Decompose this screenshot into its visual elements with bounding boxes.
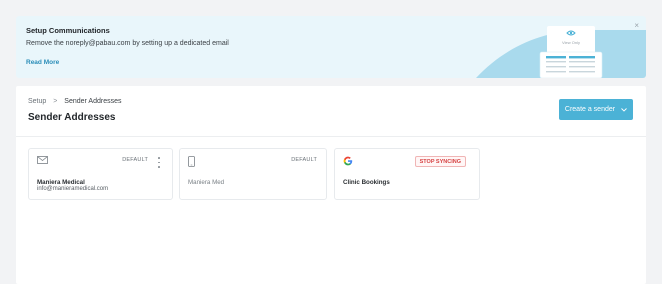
breadcrumb-setup[interactable]: Setup (28, 98, 46, 105)
banner-illustration: View Only (476, 26, 646, 78)
sender-card[interactable]: DEFAULT Maniera Medical info@manieramedi… (28, 148, 173, 200)
sender-card[interactable]: DEFAULT Maniera Med (179, 148, 327, 200)
read-more-link[interactable]: Read More (26, 59, 59, 66)
sender-name: Clinic Bookings (343, 179, 390, 186)
mail-icon (37, 156, 48, 164)
phone-icon (188, 156, 195, 167)
banner-description: Remove the noreply@pabau.com by setting … (26, 40, 229, 47)
google-icon (343, 156, 353, 166)
banner-title: Setup Communications (26, 26, 110, 35)
sender-email: info@manieramedical.com (37, 186, 109, 192)
sender-name: Maniera Med (188, 179, 225, 186)
create-sender-button[interactable]: Create a sender (559, 99, 633, 120)
default-badge: DEFAULT (122, 157, 148, 163)
view-only-label: View Only (562, 40, 580, 45)
view-only-document-illustration: View Only (539, 26, 603, 78)
default-badge: DEFAULT (291, 157, 317, 163)
create-sender-label: Create a sender (564, 106, 616, 113)
breadcrumb: Setup > Sender Addresses (28, 98, 122, 105)
sender-addresses-panel: Setup > Sender Addresses Sender Addresse… (16, 86, 646, 284)
sender-card[interactable]: STOP SYNCING Clinic Bookings (334, 148, 480, 200)
breadcrumb-current: Sender Addresses (64, 98, 122, 105)
page-title: Sender Addresses (28, 112, 116, 123)
stop-syncing-button[interactable]: STOP SYNCING (414, 156, 466, 167)
close-icon[interactable]: × (634, 22, 639, 30)
divider (16, 136, 646, 137)
breadcrumb-separator: > (53, 98, 58, 105)
more-options-icon[interactable] (156, 157, 162, 168)
setup-communications-banner: Setup Communications Remove the noreply@… (16, 16, 646, 78)
chevron-down-icon (621, 107, 627, 112)
sender-name: Maniera Medical (37, 179, 85, 186)
